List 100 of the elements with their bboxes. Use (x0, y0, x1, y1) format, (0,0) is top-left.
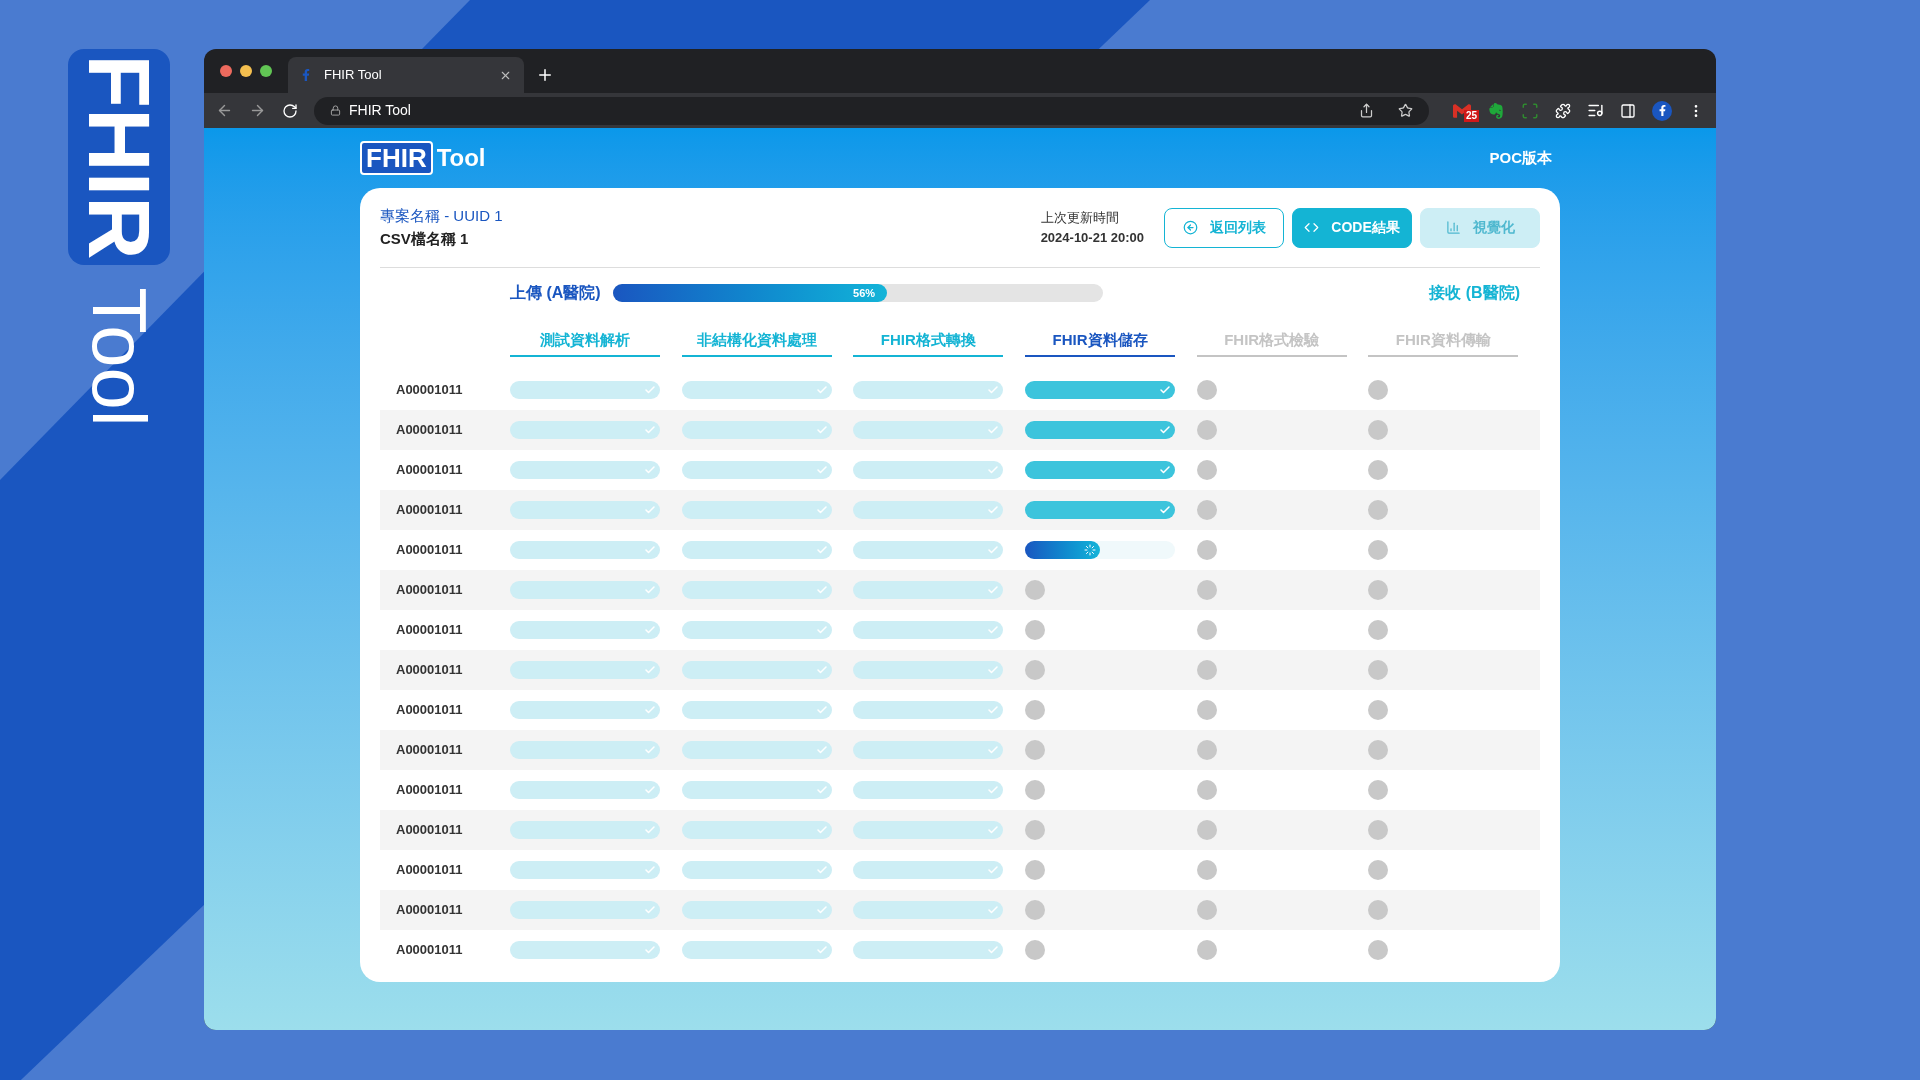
check-icon (815, 704, 828, 716)
stage-header[interactable]: FHIR資料傳輸 (1368, 328, 1519, 358)
browser-tab[interactable]: FHIR Tool (288, 57, 524, 93)
check-icon (815, 744, 828, 756)
row-id: A00001011 (395, 781, 464, 800)
row-id: A00001011 (395, 501, 464, 520)
side-panel-icon[interactable] (1620, 102, 1636, 119)
check-icon (987, 504, 1000, 516)
check-icon (815, 504, 828, 516)
check-icon (643, 944, 656, 956)
check-icon (987, 544, 1000, 556)
check-icon (987, 664, 1000, 676)
stage-header[interactable]: FHIR格式檢驗 (1196, 328, 1347, 358)
logo-word: Tool (436, 143, 486, 173)
stage-header[interactable]: FHIR資料儲存 (1025, 328, 1175, 358)
check-icon (1158, 384, 1171, 396)
check-icon (815, 384, 828, 396)
side-logo-word: Tool (76, 286, 163, 429)
check-icon (815, 864, 828, 876)
row-id: A00001011 (395, 941, 464, 960)
row-id: A00001011 (395, 821, 464, 840)
lock-icon (330, 105, 341, 116)
check-icon (987, 464, 1000, 476)
transfer-percent: 56% (853, 285, 876, 301)
check-icon (815, 784, 828, 796)
button-icon (1182, 220, 1198, 235)
check-icon (643, 704, 656, 716)
check-icon (815, 584, 828, 596)
check-icon (1158, 504, 1171, 516)
address-text: FHIR Tool (349, 101, 412, 120)
check-icon (643, 544, 656, 556)
check-icon (987, 784, 1000, 796)
project-name: 專案名稱 - UUID 1 (380, 206, 504, 226)
check-icon (815, 544, 828, 556)
version-label: POC版本 (1489, 147, 1552, 168)
spinner-icon (1083, 544, 1096, 556)
check-icon (987, 704, 1000, 716)
row-id: A00001011 (395, 741, 464, 760)
check-icon (643, 584, 656, 596)
profile-avatar[interactable] (1652, 100, 1672, 121)
check-icon (643, 744, 656, 756)
elephant-icon[interactable] (1487, 101, 1505, 120)
bookmark-star-icon[interactable] (1398, 103, 1413, 118)
share-icon[interactable] (1359, 103, 1374, 118)
action-button[interactable]: 返回列表 (1164, 207, 1284, 248)
check-icon (987, 944, 1000, 956)
address-bar[interactable]: FHIR Tool (314, 96, 1429, 125)
check-icon (987, 744, 1000, 756)
check-icon (643, 904, 656, 916)
button-icon (1304, 220, 1320, 235)
check-icon (815, 664, 828, 676)
check-icon (815, 424, 828, 436)
row-id: A00001011 (395, 701, 464, 720)
check-icon (815, 624, 828, 636)
check-icon (815, 824, 828, 836)
reload-icon[interactable] (282, 102, 298, 119)
check-icon (643, 424, 656, 436)
screenshot-icon[interactable] (1521, 101, 1539, 120)
extensions-icon[interactable] (1555, 102, 1571, 119)
check-icon (987, 584, 1000, 596)
check-icon (815, 904, 828, 916)
updated-time: 2024-10-21 20:00 (1040, 228, 1144, 247)
upload-label: 上傳 (A醫院) (510, 283, 601, 303)
stage-header[interactable]: 測試資料解析 (510, 328, 660, 358)
check-icon (987, 424, 1000, 436)
check-icon (1158, 424, 1171, 436)
forward-icon[interactable] (249, 102, 266, 119)
check-icon (815, 464, 828, 476)
action-button[interactable]: CODE結果 (1292, 207, 1412, 248)
check-icon (815, 944, 828, 956)
back-icon[interactable] (216, 102, 233, 119)
check-icon (643, 664, 656, 676)
receive-label: 接收 (B醫院) (1429, 283, 1520, 303)
check-icon (987, 624, 1000, 636)
check-icon (987, 824, 1000, 836)
row-id: A00001011 (395, 421, 464, 440)
check-icon (643, 864, 656, 876)
side-logo-mark: FHIR (68, 49, 170, 265)
row-id: A00001011 (395, 381, 464, 400)
check-icon (987, 864, 1000, 876)
check-icon (643, 824, 656, 836)
tab-title: FHIR Tool (324, 66, 383, 85)
check-icon (1158, 464, 1171, 476)
action-button[interactable]: 視覺化 (1420, 207, 1540, 248)
row-id: A00001011 (395, 461, 464, 480)
check-icon (643, 624, 656, 636)
logo-mark: FHIR (360, 141, 433, 175)
row-id: A00001011 (395, 661, 464, 680)
row-id: A00001011 (395, 541, 464, 560)
check-icon (643, 384, 656, 396)
row-id: A00001011 (395, 901, 464, 920)
stage-header[interactable]: FHIR格式轉換 (853, 328, 1004, 358)
new-tab-icon[interactable] (536, 66, 554, 84)
stage-header[interactable]: 非結構化資料處理 (681, 328, 832, 358)
check-icon (643, 784, 656, 796)
f-logo-icon (300, 69, 312, 81)
row-id: A00001011 (395, 861, 464, 880)
file-name: CSV檔名稱 1 (380, 228, 470, 249)
media-icon[interactable] (1587, 102, 1604, 119)
button-icon (1445, 220, 1461, 235)
